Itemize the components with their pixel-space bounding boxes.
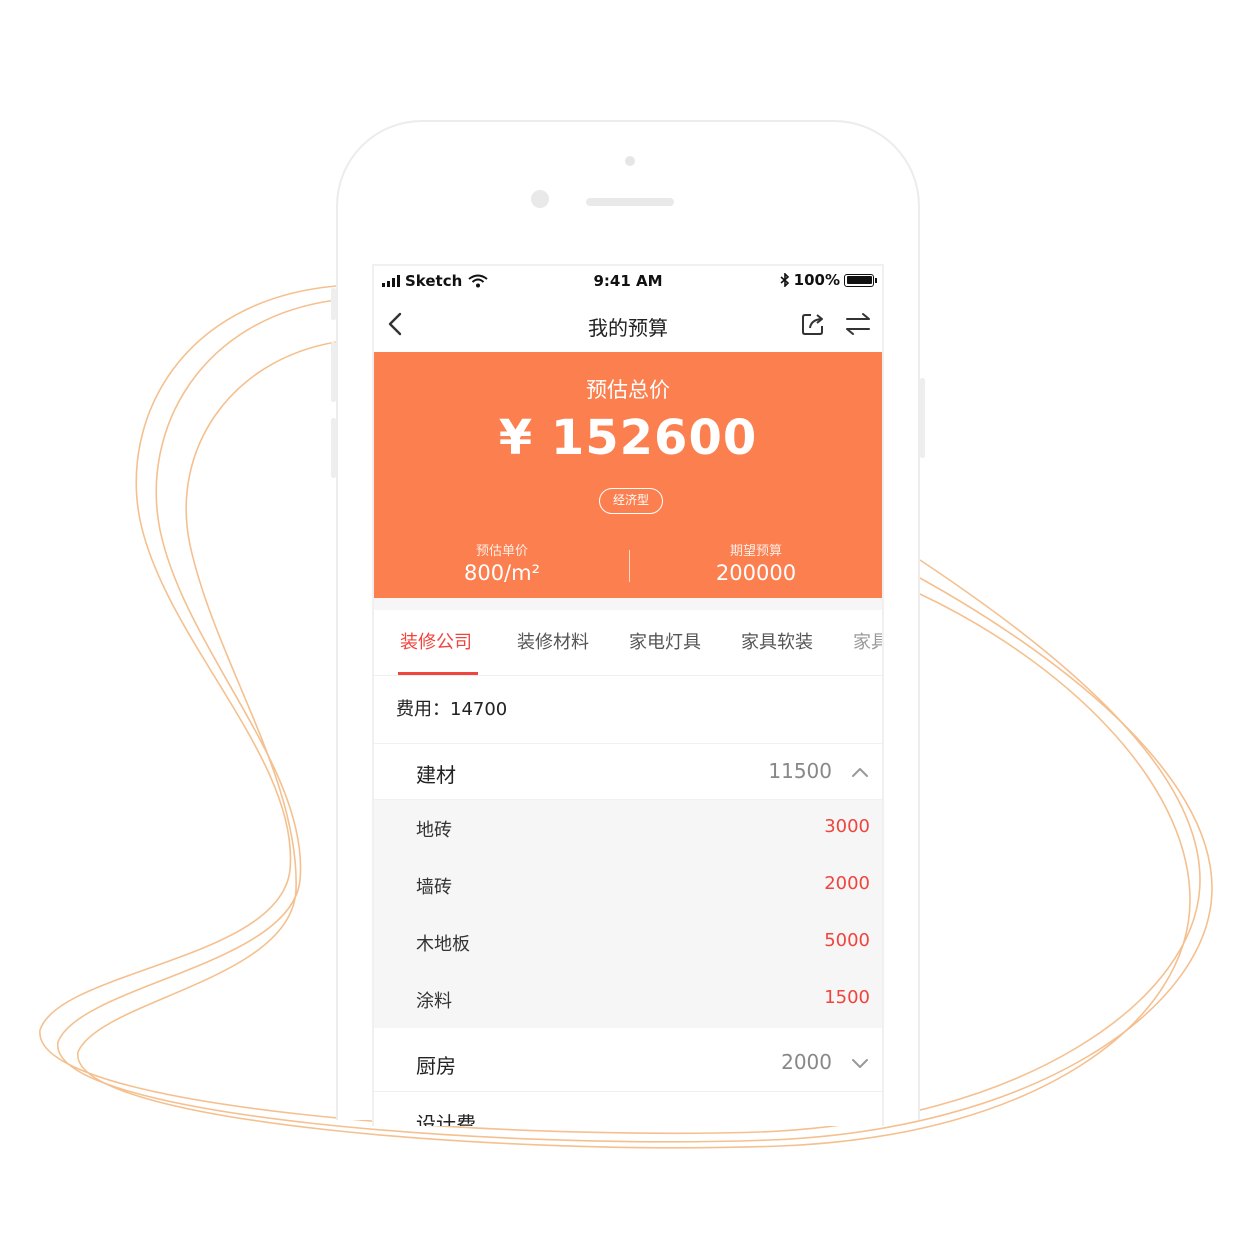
phone-screen: Sketch 9:41 AM 100% 我的预算 预估总价 ¥ 152600 经… xyxy=(372,264,884,1126)
stat-divider xyxy=(629,550,630,582)
chevron-down-icon[interactable] xyxy=(850,1053,870,1073)
active-tab-indicator xyxy=(398,672,478,675)
list-item[interactable]: 墙砖 2000 xyxy=(374,857,882,914)
tab-furniture-softdecor[interactable]: 家具软装 xyxy=(741,628,813,654)
unit-price-label: 预估单价 xyxy=(475,544,528,559)
expected-budget-label: 期望预算 xyxy=(729,544,782,559)
tab-more[interactable]: 家具 xyxy=(853,628,882,654)
item-name: 地砖 xyxy=(416,820,452,841)
category-name: 设计费 xyxy=(416,1112,476,1126)
battery-icon xyxy=(844,273,877,287)
mute-switch xyxy=(331,288,336,320)
power-button xyxy=(920,378,925,458)
expected-budget-stat[interactable]: 期望预算 200000 xyxy=(656,540,856,585)
item-name: 墙砖 xyxy=(416,877,452,898)
category-name: 厨房 xyxy=(416,1054,456,1078)
list-item[interactable]: 地砖 3000 xyxy=(374,800,882,857)
list-item[interactable]: 涂料 1500 xyxy=(374,971,882,1028)
building-materials-items: 地砖 3000 墙砖 2000 木地板 5000 涂料 1500 xyxy=(374,800,882,1028)
item-cost: 2000 xyxy=(824,873,870,894)
tab-decoration-company[interactable]: 装修公司 xyxy=(400,628,472,654)
budget-summary-card: 预估总价 ¥ 152600 经济型 预估单价 800/m² 期望预算 20000… xyxy=(374,352,882,598)
category-total: 11500 xyxy=(768,759,832,783)
category-row-design-fee[interactable]: 设计费 xyxy=(374,1092,882,1126)
unit-price-value: 800/m² xyxy=(463,561,541,585)
item-cost: 1500 xyxy=(824,987,870,1008)
category-name: 建材 xyxy=(416,763,456,787)
item-name: 涂料 xyxy=(416,991,452,1012)
earpiece-speaker xyxy=(586,198,674,206)
item-cost: 5000 xyxy=(824,930,870,951)
category-tabs: 装修公司 装修材料 家电灯具 家具软装 家具 xyxy=(374,610,882,676)
share-icon[interactable] xyxy=(800,311,826,337)
item-name: 木地板 xyxy=(416,934,470,955)
expected-budget-value: 200000 xyxy=(715,561,797,585)
list-item[interactable]: 木地板 5000 xyxy=(374,914,882,971)
volume-up-button xyxy=(331,342,336,402)
category-total: 2000 xyxy=(781,1050,832,1074)
chevron-up-icon[interactable] xyxy=(850,762,870,782)
status-bar: Sketch 9:41 AM 100% xyxy=(374,266,882,298)
fee-summary: 费用：14700 xyxy=(374,676,882,744)
category-row-kitchen[interactable]: 厨房 2000 xyxy=(374,1028,882,1092)
front-camera xyxy=(531,190,549,208)
battery-percent: 100% xyxy=(793,271,840,289)
item-cost: 3000 xyxy=(824,816,870,837)
category-row-building-materials[interactable]: 建材 11500 xyxy=(374,744,882,800)
bluetooth-icon xyxy=(780,273,789,287)
total-label: 预估总价 xyxy=(586,378,670,402)
tab-appliances-lighting[interactable]: 家电灯具 xyxy=(629,628,701,654)
navigation-bar: 我的预算 xyxy=(374,298,882,352)
battery-group: 100% xyxy=(780,271,877,289)
unit-price-stat: 预估单价 800/m² xyxy=(402,540,602,585)
tab-materials[interactable]: 装修材料 xyxy=(517,628,589,654)
budget-tier-badge[interactable]: 经济型 xyxy=(599,488,663,514)
volume-down-button xyxy=(331,418,336,478)
switch-arrows-icon[interactable] xyxy=(844,311,872,337)
total-price: ¥ 152600 xyxy=(498,410,758,466)
section-gap xyxy=(374,598,882,610)
proximity-sensor xyxy=(625,156,635,166)
